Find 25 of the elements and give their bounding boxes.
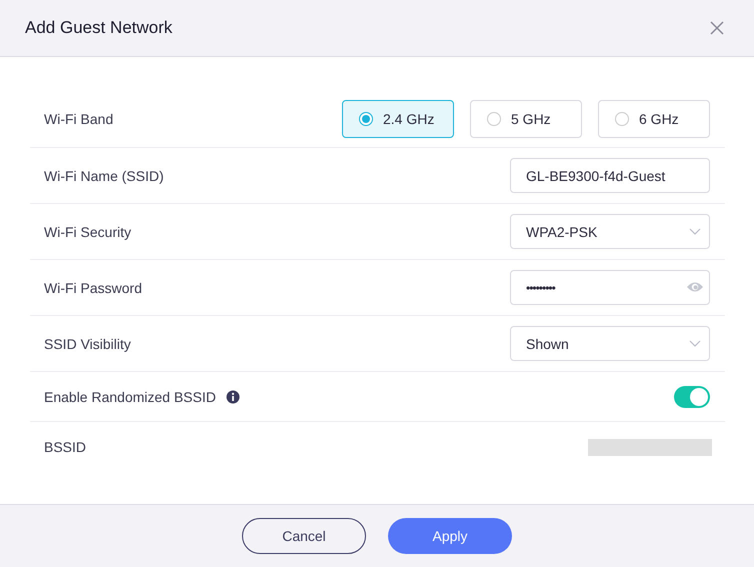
band-option[interactable]: 2.4 GHz <box>342 100 454 138</box>
cancel-button[interactable]: Cancel <box>242 518 366 554</box>
field-label: Enable Randomized BSSID <box>44 388 216 404</box>
apply-button[interactable]: Apply <box>388 518 512 554</box>
eye-icon <box>686 281 704 293</box>
field-label: Wi-Fi Name (SSID) <box>44 168 164 184</box>
chevron-down-icon <box>689 228 701 235</box>
field-label: BSSID <box>44 439 86 455</box>
band-option[interactable]: 5 GHz <box>470 100 582 138</box>
radio-button[interactable] <box>359 112 373 126</box>
field-label: Wi-Fi Band <box>44 111 114 127</box>
field-label: Wi-Fi Security <box>44 224 132 240</box>
dialog-title: Add Guest Network <box>25 18 172 38</box>
band-option[interactable]: 6 GHz <box>598 100 710 138</box>
input-field[interactable]: GL-BE9300-f4d-Guest <box>510 158 710 193</box>
dropdown[interactable]: WPA2-PSK <box>510 214 710 249</box>
toggle-switch[interactable] <box>674 386 710 408</box>
dropdown[interactable]: Shown <box>510 326 710 361</box>
radio-button[interactable] <box>615 112 629 126</box>
password-field[interactable]: ••••••••• <box>510 270 710 305</box>
chevron-down-icon <box>689 340 701 347</box>
radio-button[interactable] <box>487 112 501 126</box>
field-label: SSID Visibility <box>44 336 131 352</box>
field-label: Wi-Fi Password <box>44 280 142 296</box>
close-icon[interactable] <box>710 21 724 35</box>
